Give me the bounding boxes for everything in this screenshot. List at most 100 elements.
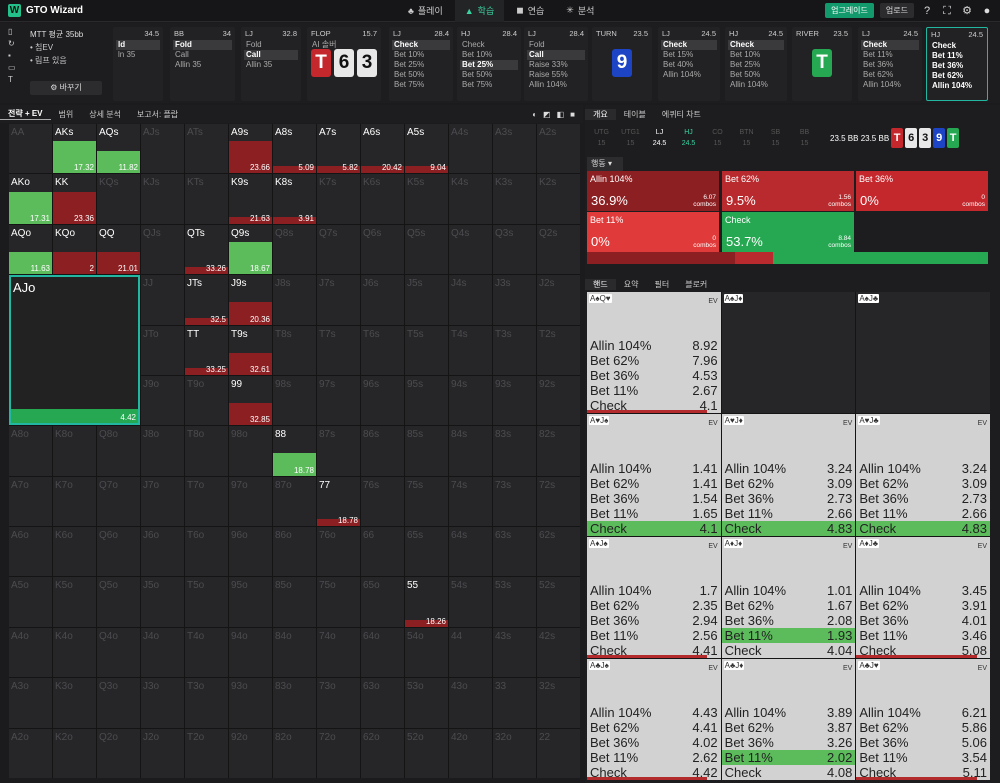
hand-cell[interactable]: T6o bbox=[185, 527, 228, 577]
hand-cell[interactable]: T7s bbox=[317, 325, 360, 375]
action-option[interactable]: Bet 25% bbox=[460, 60, 518, 70]
hand-cell[interactable]: 93s bbox=[493, 375, 536, 426]
combo-cell[interactable]: A♦J♣ EV Allin 104% 3.45 Bet 62% 3.91 Bet 36% 4.… bbox=[856, 536, 990, 658]
hand-cell[interactable]: K8s 3.91 bbox=[273, 174, 316, 224]
logo[interactable]: W GTO Wizard bbox=[8, 4, 398, 17]
action-option[interactable]: Bet 75% bbox=[460, 80, 518, 90]
tab-filter[interactable]: 필터 bbox=[646, 279, 677, 290]
hand-cell[interactable]: ATs bbox=[185, 124, 228, 174]
action-option[interactable]: Allin 104% bbox=[661, 70, 717, 80]
folder-icon[interactable]: ▭ bbox=[8, 63, 23, 75]
hand-cell[interactable]: 43s bbox=[493, 627, 536, 678]
tab-strategy-ev[interactable]: 전략 + EV bbox=[0, 108, 51, 120]
hand-cell[interactable]: 85s bbox=[405, 426, 448, 476]
hand-cell[interactable]: 83o bbox=[273, 678, 316, 728]
hand-cell[interactable]: Q9s 18.67 bbox=[229, 224, 272, 275]
hand-cell[interactable]: 54o bbox=[405, 627, 448, 678]
hand-cell[interactable]: T3s bbox=[493, 325, 536, 375]
hand-cell[interactable]: JTs 32.5 bbox=[185, 275, 228, 325]
action-option[interactable]: Allin 35 bbox=[244, 60, 298, 70]
hand-cell[interactable]: A4o bbox=[9, 627, 52, 678]
hand-cell[interactable]: A7s 5.82 bbox=[317, 124, 360, 174]
hand-cell[interactable]: 55 18.26 bbox=[405, 577, 448, 627]
nav-practice[interactable]: ◼ 연습 bbox=[506, 0, 554, 22]
hand-cell[interactable]: Q5o bbox=[97, 577, 140, 627]
position-panel[interactable]: HJ 24.5 Check Bet 11% Bet 36% Bet 62% Allin 10… bbox=[926, 27, 988, 101]
hand-cell[interactable]: K5o bbox=[53, 577, 96, 627]
combo-cell[interactable]: A♥J♣ EV Allin 104% 3.24 Bet 62% 3.09 Bet 36% 2.… bbox=[856, 414, 990, 536]
tab-hands[interactable]: 핸드 bbox=[585, 278, 616, 290]
hand-cell[interactable]: 63o bbox=[361, 678, 404, 728]
refresh-icon[interactable]: ↻ bbox=[8, 39, 23, 51]
hand-cell[interactable]: J9o bbox=[141, 375, 184, 426]
hand-cell[interactable]: J7s bbox=[317, 275, 360, 325]
action-option[interactable]: ld bbox=[116, 40, 160, 50]
hand-cell[interactable]: J2s bbox=[537, 275, 580, 325]
view-full-icon[interactable]: ■ bbox=[570, 110, 575, 119]
hand-cell[interactable]: 84s bbox=[449, 426, 492, 476]
hand-cell[interactable]: KQo 2 bbox=[53, 224, 96, 275]
hand-cell[interactable]: 42s bbox=[537, 627, 580, 678]
hand-cell[interactable]: T2s bbox=[537, 325, 580, 375]
hand-cell[interactable]: Q3s bbox=[493, 224, 536, 275]
action-option[interactable]: Bet 75% bbox=[392, 80, 450, 90]
action-option[interactable]: Bet 15% bbox=[661, 50, 717, 60]
nav-play[interactable]: ♣ 플레이 bbox=[398, 0, 453, 22]
hand-cell[interactable]: J8s bbox=[273, 275, 316, 325]
hand-cell[interactable]: A2o bbox=[9, 728, 52, 778]
hand-cell[interactable]: AA bbox=[9, 124, 52, 174]
hand-cell[interactable]: 52o bbox=[405, 728, 448, 778]
hand-cell[interactable]: 85o bbox=[273, 577, 316, 627]
action-option[interactable]: Allin 104% bbox=[527, 80, 585, 90]
hand-cell[interactable]: 94s bbox=[449, 375, 492, 426]
hand-cell[interactable]: K4o bbox=[53, 627, 96, 678]
position-chip[interactable]: LJ 24.5 bbox=[646, 126, 673, 150]
hand-cell[interactable]: 72s bbox=[537, 476, 580, 527]
hand-cell[interactable]: AKs 17.32 bbox=[53, 124, 96, 174]
hand-cell[interactable]: A8o bbox=[9, 426, 52, 476]
hand-cell[interactable]: JTo bbox=[141, 325, 184, 375]
hand-cell[interactable]: A6s 20.42 bbox=[361, 124, 404, 174]
hand-cell[interactable]: 93o bbox=[229, 678, 272, 728]
action-box[interactable]: Check 53.7% 8.84 combos bbox=[722, 212, 854, 252]
hand-cell[interactable]: 75o bbox=[317, 577, 360, 627]
hand-cell[interactable]: 98s bbox=[273, 375, 316, 426]
hand-cell[interactable]: J8o bbox=[141, 426, 184, 476]
action-box[interactable]: Bet 11% 0% 0 combos bbox=[587, 212, 719, 252]
hand-cell[interactable]: KK 23.36 bbox=[53, 174, 96, 224]
hand-cell[interactable]: Q6s bbox=[361, 224, 404, 275]
tab-range[interactable]: 범위 bbox=[51, 109, 82, 120]
tab-table[interactable]: 테이블 bbox=[616, 109, 654, 120]
position-chip[interactable]: BB 15 bbox=[791, 126, 818, 150]
hand-cell[interactable]: 86o bbox=[273, 527, 316, 577]
action-option[interactable]: Bet 36% bbox=[930, 61, 984, 71]
hand-cell[interactable]: T7o bbox=[185, 476, 228, 527]
action-option[interactable]: Check bbox=[728, 40, 784, 50]
hand-cell[interactable]: A9s 23.66 bbox=[229, 124, 272, 174]
action-option[interactable]: Bet 10% bbox=[728, 50, 784, 60]
hand-cell[interactable]: Q2o bbox=[97, 728, 140, 778]
hand-cell[interactable]: QTs 33.26 bbox=[185, 224, 228, 275]
upload-button[interactable]: 업로드 bbox=[879, 3, 914, 18]
hand-cell[interactable]: J4s bbox=[449, 275, 492, 325]
hand-cell[interactable]: K2s bbox=[537, 174, 580, 224]
hand-cell[interactable]: J2o bbox=[141, 728, 184, 778]
hand-cell[interactable]: Q7s bbox=[317, 224, 360, 275]
hand-cell[interactable]: T8o bbox=[185, 426, 228, 476]
upgrade-button[interactable]: 업그레이드 bbox=[825, 3, 874, 18]
hand-cell[interactable]: 92s bbox=[537, 375, 580, 426]
hand-cell[interactable]: A3s bbox=[493, 124, 536, 174]
hand-cell[interactable]: 43o bbox=[449, 678, 492, 728]
hand-cell[interactable]: Q8o bbox=[97, 426, 140, 476]
actions-dropdown[interactable]: 행동 ▾ bbox=[587, 157, 623, 171]
tab-equity-chart[interactable]: 에퀴티 차트 bbox=[654, 109, 709, 120]
hand-cell[interactable]: 63s bbox=[493, 527, 536, 577]
hand-cell[interactable]: A7o bbox=[9, 476, 52, 527]
save-icon[interactable]: ▪ bbox=[8, 51, 23, 63]
hand-cell[interactable]: T6s bbox=[361, 325, 404, 375]
action-option[interactable]: Check bbox=[930, 41, 984, 51]
hand-cell[interactable]: 64s bbox=[449, 527, 492, 577]
action-option[interactable]: ln 35 bbox=[116, 50, 160, 60]
hand-cell[interactable]: T5o bbox=[185, 577, 228, 627]
hand-cell[interactable]: 97s bbox=[317, 375, 360, 426]
